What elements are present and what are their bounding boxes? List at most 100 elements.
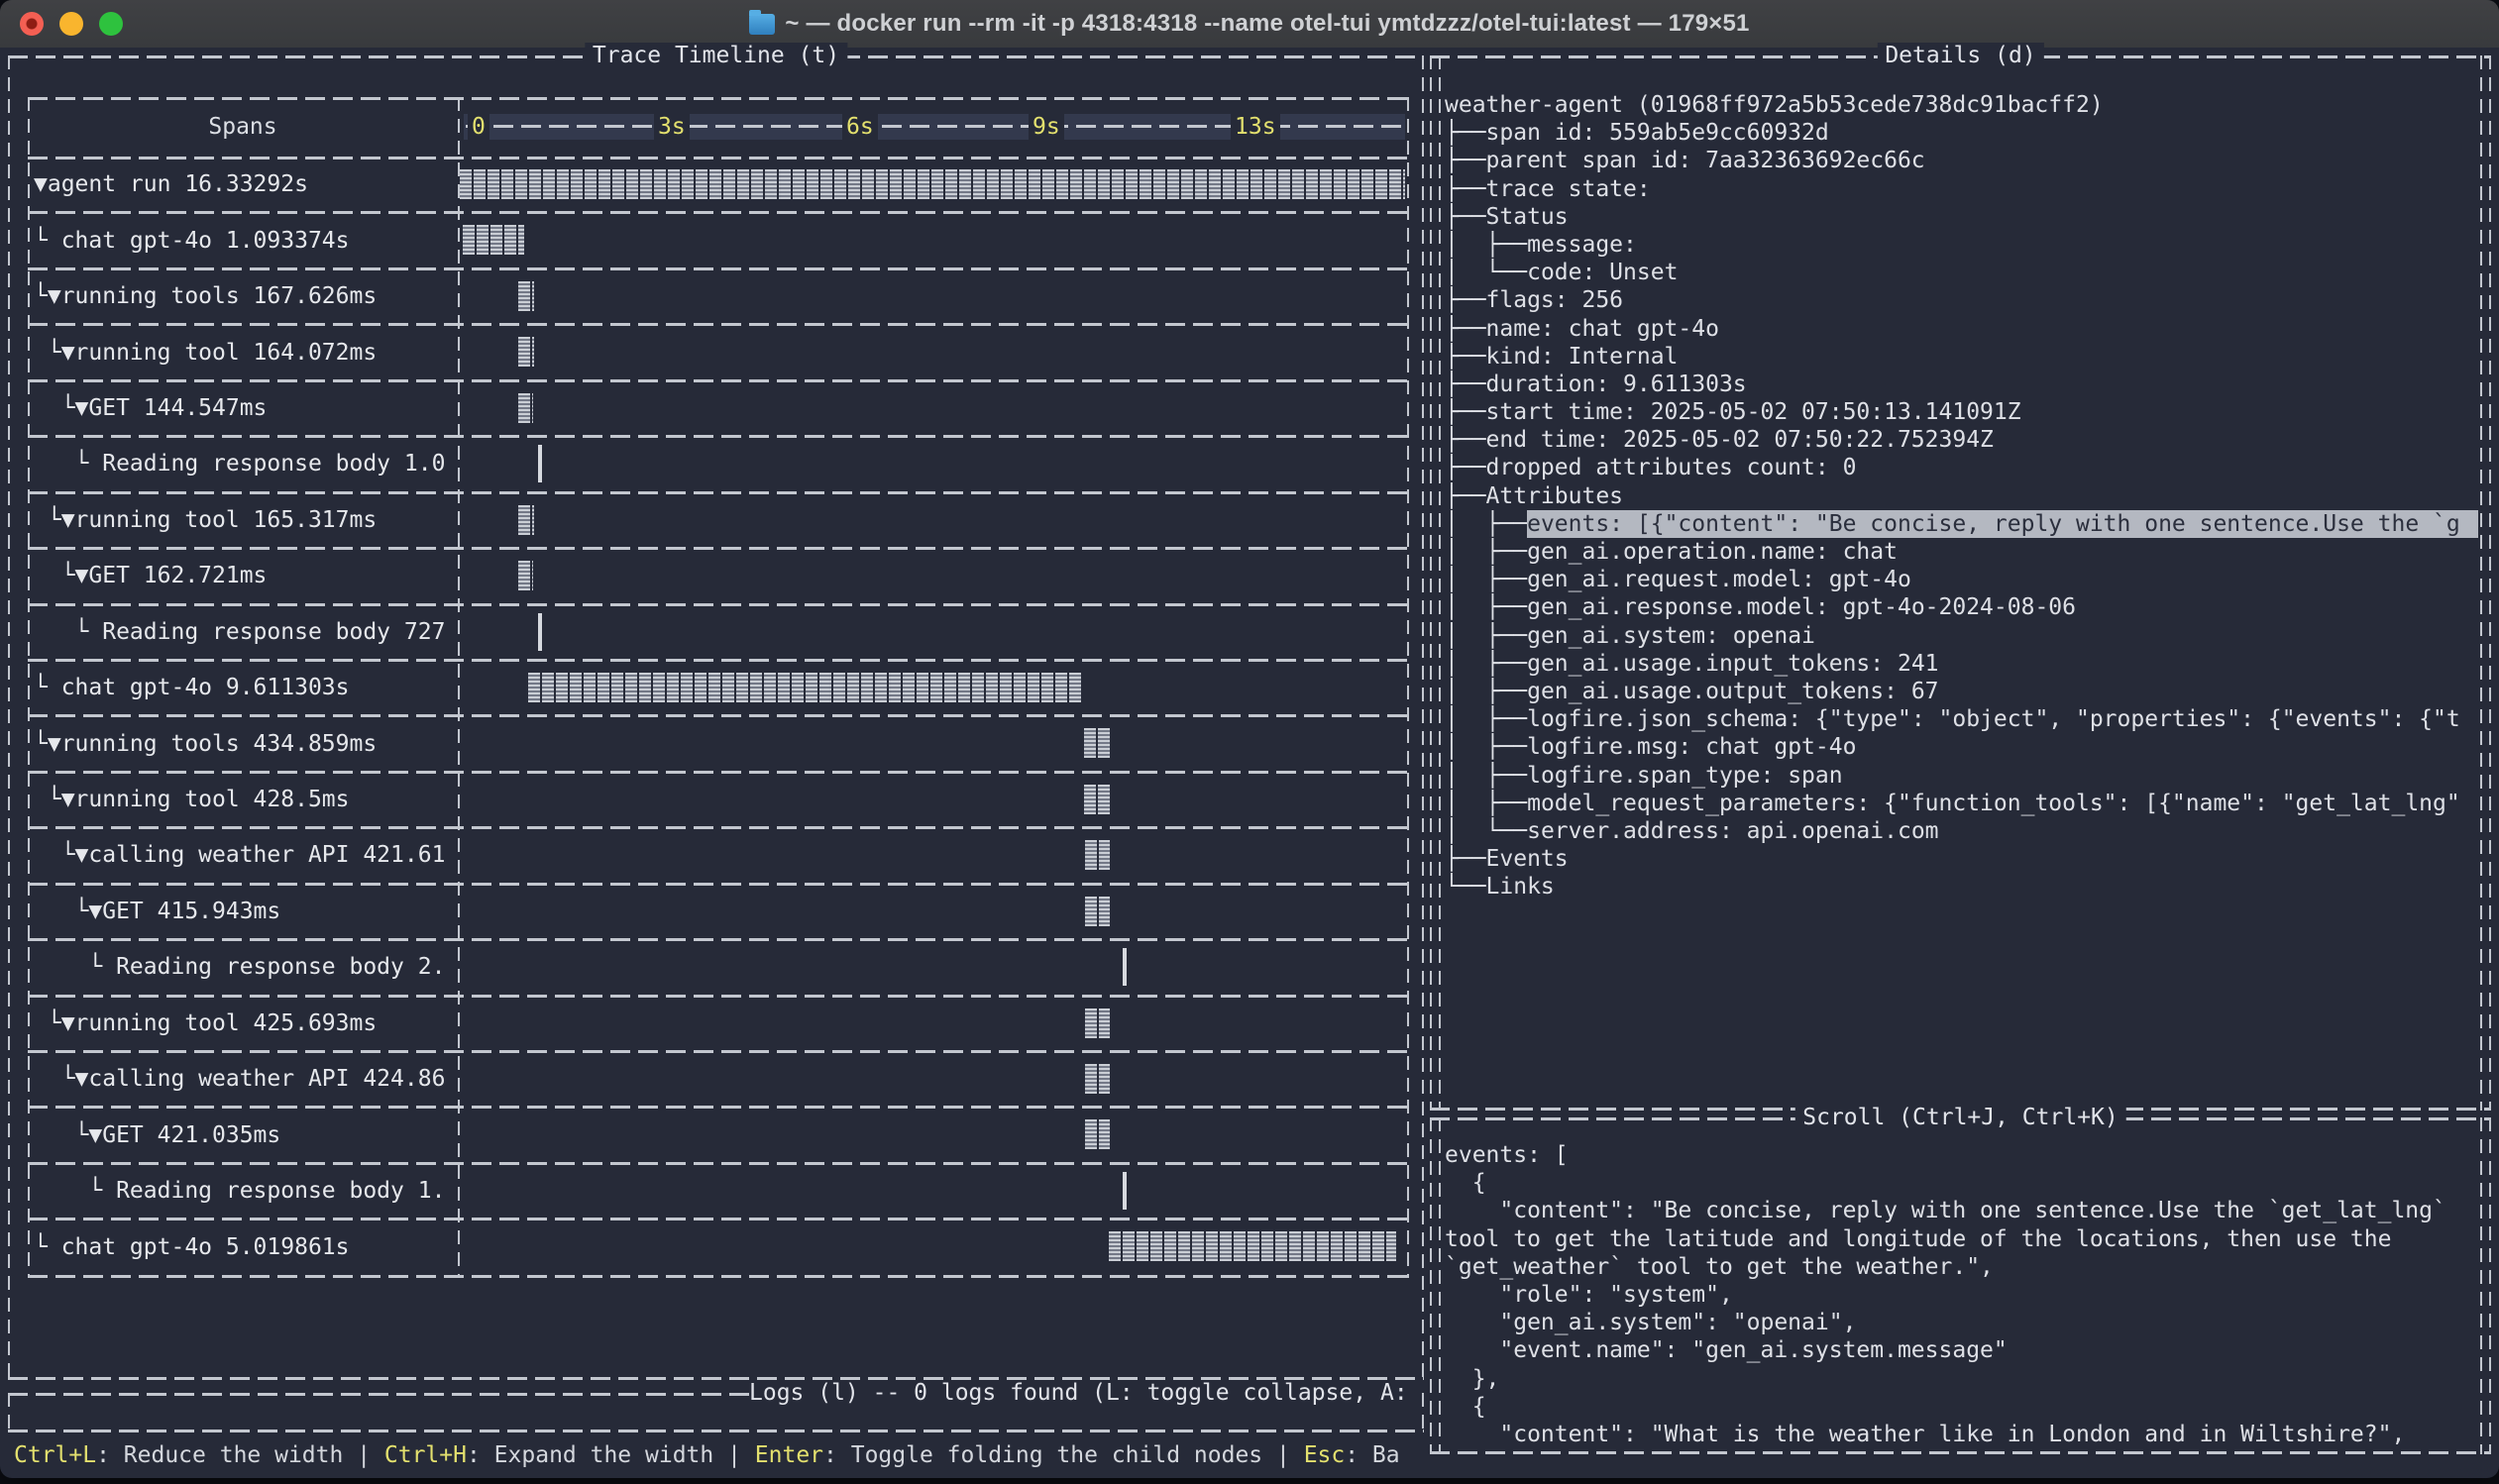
details-line[interactable]: │ ├──gen_ai.operation.name: chat: [1445, 538, 2478, 566]
details-line-text: code: Unset: [1527, 259, 1678, 286]
span-duration-bar: [1109, 1231, 1396, 1261]
details-line-selected[interactable]: │ ├──events: [{"content": "Be concise, r…: [1445, 510, 2478, 538]
close-button[interactable]: [20, 12, 44, 36]
details-line[interactable]: ├──flags: 256: [1445, 286, 2478, 314]
tree-branch-prefix: ├──: [1445, 315, 1486, 343]
details-line[interactable]: │ └──server.address: api.openai.com: [1445, 817, 2478, 845]
details-line[interactable]: │ ├──logfire.span_type: span: [1445, 762, 2478, 790]
tree-branch-prefix: │ └──: [1445, 259, 1527, 286]
span-row[interactable]: └▼GET 144.547ms: [28, 380, 1409, 436]
span-timeline-cell: [460, 492, 1407, 548]
details-line[interactable]: ├──Attributes: [1445, 482, 2478, 510]
span-row[interactable]: └ Reading response body 727: [28, 604, 1409, 660]
details-line-text: gen_ai.operation.name: chat: [1527, 538, 1898, 566]
span-duration-bar: [1085, 840, 1110, 870]
fullscreen-button[interactable]: [99, 12, 123, 36]
span-row[interactable]: └▼GET 415.943ms: [28, 884, 1409, 939]
span-row[interactable]: └ Reading response body 1.0: [28, 436, 1409, 491]
details-line[interactable]: │ ├──gen_ai.system: openai: [1445, 622, 2478, 650]
details-line[interactable]: ├──duration: 9.611303s: [1445, 371, 2478, 398]
span-row[interactable]: └▼calling weather API 421.61: [28, 827, 1409, 883]
scroll-line: "content": "Be concise, reply with one s…: [1445, 1197, 2478, 1224]
folder-icon: [749, 14, 775, 35]
details-line[interactable]: ├──kind: Internal: [1445, 343, 2478, 371]
details-line[interactable]: │ ├──model_request_parameters: {"functio…: [1445, 790, 2478, 817]
scroll-panel[interactable]: Scroll (Ctrl+J, Ctrl+K) events: [ { "con…: [1430, 1117, 2491, 1454]
details-line[interactable]: weather-agent (01968ff972a5b53cede738dc9…: [1445, 91, 2478, 119]
details-line[interactable]: │ ├──gen_ai.usage.output_tokens: 67: [1445, 678, 2478, 705]
details-panel: Details (d) weather-agent (01968ff972a5b…: [1430, 55, 2491, 1111]
span-timeline-cell: [460, 715, 1407, 771]
details-line-text: logfire.msg: chat gpt-4o: [1527, 733, 1856, 761]
span-row[interactable]: └ chat gpt-4o 1.093374s: [28, 212, 1409, 267]
minimize-button[interactable]: [59, 12, 83, 36]
logs-panel-title: Logs (l) -- 0 logs found (L: toggle coll…: [749, 1380, 1421, 1406]
details-line[interactable]: ├──start time: 2025-05-02 07:50:13.14109…: [1445, 398, 2478, 426]
details-line[interactable]: ├──dropped attributes count: 0: [1445, 454, 2478, 481]
span-row[interactable]: └▼running tool 425.693ms: [28, 996, 1409, 1051]
details-line[interactable]: ├──name: chat gpt-4o: [1445, 315, 2478, 343]
tree-branch-prefix: │ ├──: [1445, 538, 1527, 566]
span-row[interactable]: └ chat gpt-4o 9.611303s: [28, 660, 1409, 715]
tree-branch-prefix: │ ├──: [1445, 622, 1527, 650]
details-line[interactable]: │ └──code: Unset: [1445, 259, 2478, 286]
details-line-text: parent span id: 7aa32363692ec66c: [1486, 147, 1925, 174]
details-line[interactable]: ├──end time: 2025-05-02 07:50:22.752394Z: [1445, 426, 2478, 454]
details-line[interactable]: │ ├──logfire.json_schema: {"type": "obje…: [1445, 705, 2478, 733]
details-line-text: model_request_parameters: {"function_too…: [1527, 790, 2460, 817]
span-timeline-cell: [460, 884, 1407, 939]
span-duration-bar: [518, 561, 533, 590]
details-line[interactable]: ├──Events: [1445, 845, 2478, 873]
logs-panel[interactable]: Logs (l) -- 0 logs found (L: toggle coll…: [8, 1393, 1424, 1432]
terminal-window: ~ — docker run --rm -it -p 4318:4318 --n…: [0, 0, 2499, 1478]
span-label: └ Reading response body 2.: [28, 939, 458, 995]
span-timeline-cell: [460, 827, 1407, 883]
span-duration-bar: [1123, 948, 1127, 986]
details-line[interactable]: ├──Status: [1445, 203, 2478, 231]
span-duration-bar: [1123, 1172, 1127, 1210]
details-line[interactable]: │ ├──gen_ai.response.model: gpt-4o-2024-…: [1445, 593, 2478, 621]
span-row[interactable]: └ chat gpt-4o 5.019861s: [28, 1219, 1409, 1274]
details-line[interactable]: ├──trace state:: [1445, 175, 2478, 203]
span-row[interactable]: └▼GET 421.035ms: [28, 1107, 1409, 1162]
tree-branch-prefix: ├──: [1445, 147, 1486, 174]
span-label: └▼GET 415.943ms: [28, 884, 458, 939]
tree-branch-prefix: ├──: [1445, 398, 1486, 426]
details-line[interactable]: │ ├──message:: [1445, 231, 2478, 259]
span-row[interactable]: ▼agent run 16.33292s: [28, 157, 1409, 212]
span-row[interactable]: └ Reading response body 1.: [28, 1163, 1409, 1219]
tree-branch-prefix: ├──: [1445, 454, 1486, 481]
span-label: └ chat gpt-4o 1.093374s: [28, 212, 458, 267]
tree-branch-prefix: ├──: [1445, 203, 1486, 231]
details-line-text: logfire.span_type: span: [1527, 762, 1843, 790]
details-line[interactable]: │ ├──gen_ai.request.model: gpt-4o: [1445, 566, 2478, 593]
details-line-text: Status: [1486, 203, 1569, 231]
scroll-line: tool to get the latitude and longitude o…: [1445, 1225, 2478, 1253]
details-line-text: kind: Internal: [1486, 343, 1679, 371]
status-bar: Ctrl+L: Reduce the width | Ctrl+H: Expan…: [14, 1438, 1425, 1472]
details-line[interactable]: │ ├──logfire.msg: chat gpt-4o: [1445, 733, 2478, 761]
span-label: ▼agent run 16.33292s: [28, 157, 458, 212]
axis-tick: 13s: [1231, 114, 1280, 140]
span-row[interactable]: └▼running tools 167.626ms: [28, 268, 1409, 324]
details-line[interactable]: ├──span id: 559ab5e9cc60932d: [1445, 119, 2478, 147]
details-line[interactable]: │ ├──gen_ai.usage.input_tokens: 241: [1445, 650, 2478, 678]
span-timeline-cell: [460, 1051, 1407, 1107]
details-line[interactable]: └──Links: [1445, 873, 2478, 901]
span-row[interactable]: └▼calling weather API 424.86: [28, 1051, 1409, 1107]
span-rows: ▼agent run 16.33292s└ chat gpt-4o 1.0933…: [28, 157, 1409, 1275]
statusbar-key: Ctrl+H: [384, 1442, 467, 1468]
span-row[interactable]: └▼running tools 434.859ms: [28, 715, 1409, 771]
span-row[interactable]: └ Reading response body 2.: [28, 939, 1409, 995]
span-label: └▼running tool 425.693ms: [28, 996, 458, 1051]
span-row[interactable]: └▼GET 162.721ms: [28, 548, 1409, 603]
details-line[interactable]: ├──parent span id: 7aa32363692ec66c: [1445, 147, 2478, 174]
span-row[interactable]: └▼running tool 165.317ms: [28, 492, 1409, 548]
span-timeline-cell: [460, 268, 1407, 324]
details-line-text: server.address: api.openai.com: [1527, 817, 1938, 845]
span-row[interactable]: └▼running tool 164.072ms: [28, 324, 1409, 379]
span-duration-bar: [538, 613, 542, 651]
statusbar-separator: |: [713, 1442, 755, 1468]
span-label: └▼calling weather API 424.86: [28, 1051, 458, 1107]
span-row[interactable]: └▼running tool 428.5ms: [28, 772, 1409, 827]
